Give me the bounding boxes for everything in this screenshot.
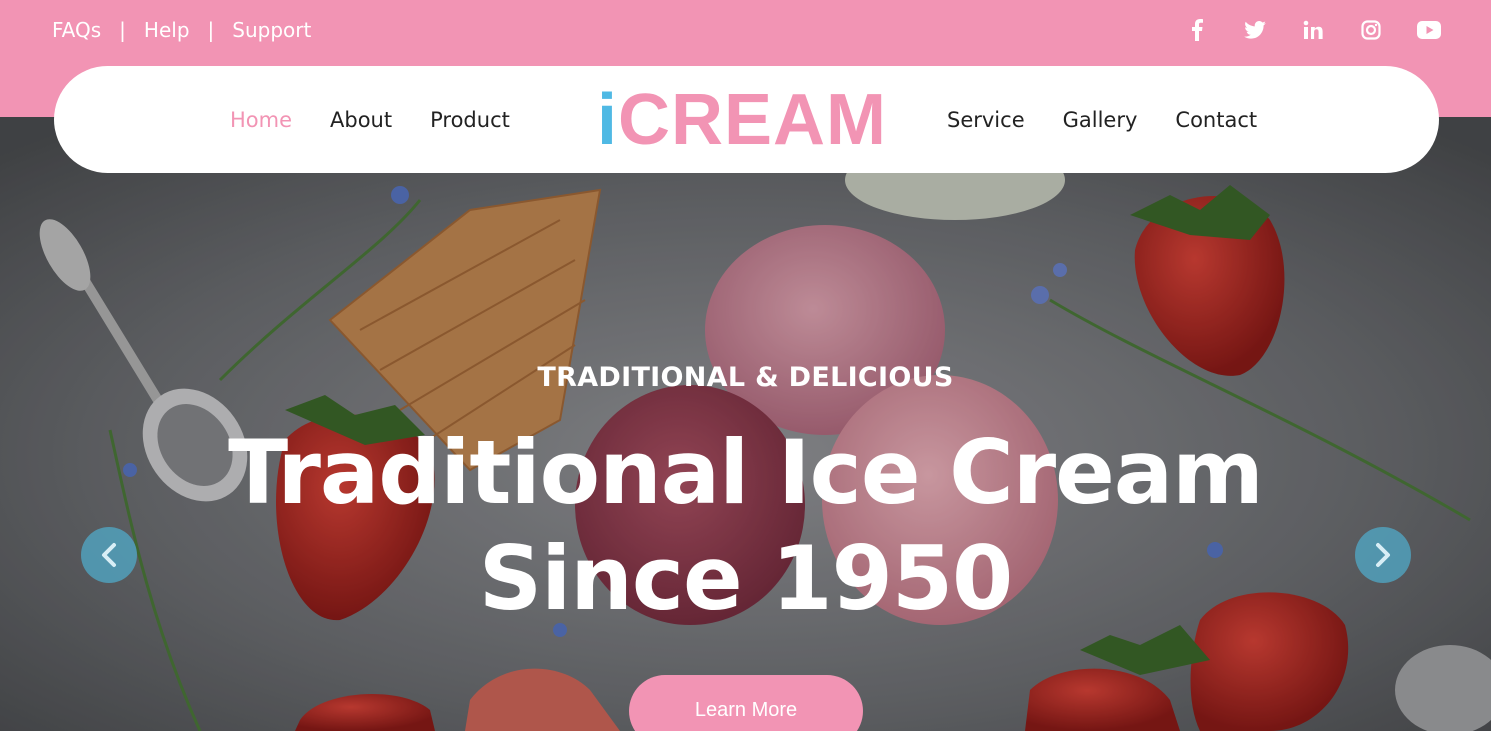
headline-line-1: Traditional Ice Cream (228, 421, 1264, 524)
nav-home[interactable]: Home (230, 108, 292, 132)
hero-headline: Traditional Ice Cream Since 1950 (0, 420, 1491, 632)
separator: | (207, 18, 215, 42)
nav-about[interactable]: About (330, 108, 392, 132)
hero-kicker: TRADITIONAL & DELICIOUS (537, 362, 954, 393)
logo-letter-i: i (597, 80, 619, 160)
separator: | (119, 18, 126, 42)
nav-gallery[interactable]: Gallery (1063, 108, 1138, 132)
instagram-icon[interactable] (1359, 16, 1383, 44)
carousel-next-button[interactable] (1355, 527, 1411, 583)
help-link[interactable]: Help (144, 18, 190, 42)
learn-more-button[interactable]: Learn More (629, 675, 863, 731)
chevron-left-icon (102, 543, 116, 567)
logo-text: CREAM (618, 80, 888, 160)
carousel-prev-button[interactable] (81, 527, 137, 583)
support-link[interactable]: Support (232, 18, 311, 42)
brand-logo[interactable]: iCREAM (597, 80, 887, 160)
social-links (1185, 16, 1441, 44)
headline-line-2: Since 1950 (478, 527, 1014, 630)
faqs-link[interactable]: FAQs (52, 18, 101, 42)
youtube-icon[interactable] (1417, 16, 1441, 44)
chevron-right-icon (1376, 543, 1390, 567)
twitter-icon[interactable] (1243, 16, 1267, 44)
nav-menu-right: Service Gallery Contact (947, 66, 1257, 173)
nav-contact[interactable]: Contact (1175, 108, 1257, 132)
facebook-icon[interactable] (1185, 16, 1209, 44)
top-links: FAQs | Help | Support (52, 18, 311, 42)
main-navigation: Home About Product iCREAM Service Galler… (54, 66, 1439, 173)
nav-menu-left: Home About Product (230, 66, 510, 173)
linkedin-icon[interactable] (1301, 16, 1325, 44)
nav-product[interactable]: Product (430, 108, 510, 132)
nav-service[interactable]: Service (947, 108, 1025, 132)
